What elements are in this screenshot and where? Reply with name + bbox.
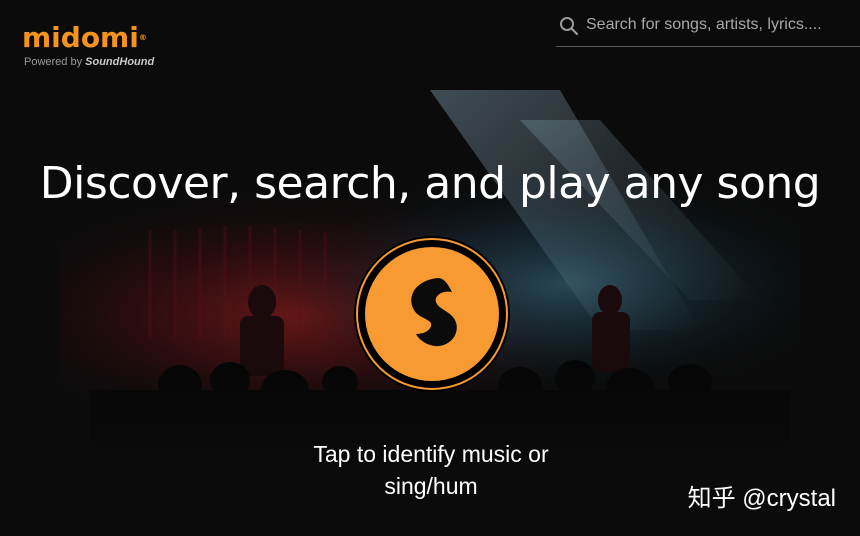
instruction-line-2: sing/hum	[384, 473, 478, 499]
powered-by-brand: SoundHound	[85, 56, 155, 68]
instruction-line-1: Tap to identify music or	[313, 441, 549, 467]
registered-mark: ®	[138, 33, 147, 42]
hero-headline: Discover, search, and play any song	[39, 158, 821, 209]
powered-by-prefix: Powered by	[24, 56, 86, 68]
search-bar	[556, 8, 860, 47]
midomi-logo[interactable]: midomi® Powered by SoundHound	[22, 18, 172, 72]
search-icon[interactable]	[558, 15, 580, 37]
page-root: midomi® Powered by SoundHound Discover, …	[0, 0, 860, 536]
identify-music-button[interactable]	[354, 236, 510, 392]
search-input[interactable]	[586, 12, 856, 38]
soundhound-icon	[355, 237, 509, 391]
watermark-label: 知乎 @crystal	[687, 485, 836, 512]
identify-instruction: Tap to identify music or sing/hum	[280, 438, 582, 502]
powered-by-label: Powered by SoundHound	[24, 56, 154, 68]
logo-wordmark: midomi®	[22, 18, 147, 58]
logo-text: midomi	[22, 21, 139, 54]
